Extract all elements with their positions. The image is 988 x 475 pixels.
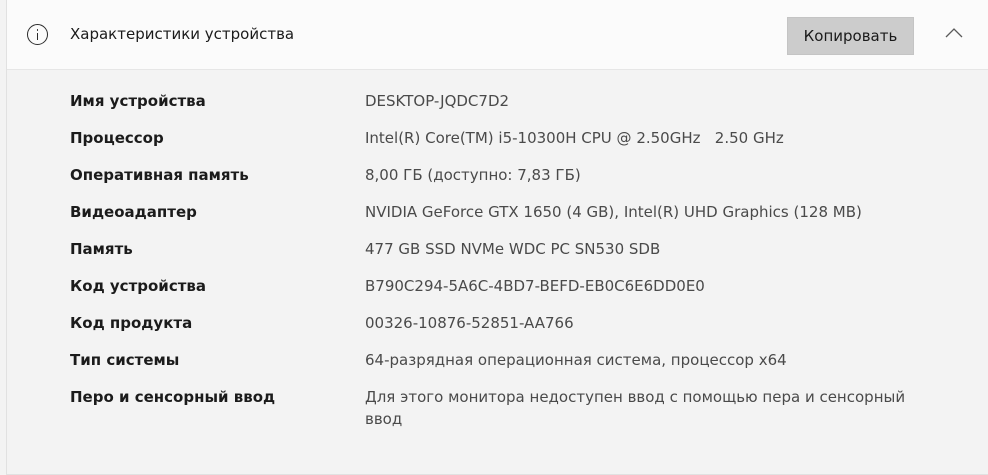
spec-label: Память: [70, 240, 133, 258]
panel-title: Характеристики устройства: [70, 25, 295, 43]
spec-label: Код устройства: [70, 277, 207, 295]
spec-label: Имя устройства: [70, 92, 206, 110]
spec-value[interactable]: Для этого монитора недоступен ввод с пом…: [365, 386, 935, 430]
spec-label: Тип системы: [70, 351, 180, 369]
spec-row-device-name: Имя устройства DESKTOP-JQDC7D2: [70, 90, 970, 127]
spec-row-video-adapter: Видеоадаптер NVIDIA GeForce GTX 1650 (4 …: [70, 201, 970, 238]
panel-header[interactable]: Характеристики устройства Копировать: [7, 0, 988, 70]
info-icon: [27, 24, 48, 45]
spec-label: Код продукта: [70, 314, 193, 332]
spec-row-processor: Процессор Intel(R) Core(TM) i5-10300H CP…: [70, 127, 970, 164]
spec-row-storage: Память 477 GB SSD NVMe WDC PC SN530 SDB: [70, 238, 970, 275]
spec-row-product-id: Код продукта 00326-10876-52851-AA766: [70, 312, 970, 349]
spec-label: Процессор: [70, 129, 164, 147]
spec-value[interactable]: DESKTOP-JQDC7D2: [365, 90, 935, 112]
spec-value[interactable]: 8,00 ГБ (доступно: 7,83 ГБ): [365, 164, 935, 186]
copy-button[interactable]: Копировать: [787, 17, 914, 55]
spec-label: Оперативная память: [70, 166, 249, 184]
spec-row-system-type: Тип системы 64-разрядная операционная си…: [70, 349, 970, 386]
spec-value[interactable]: 477 GB SSD NVMe WDC PC SN530 SDB: [365, 238, 935, 260]
specs-list: Имя устройства DESKTOP-JQDC7D2 Процессор…: [70, 90, 970, 434]
spec-row-pen-touch: Перо и сенсорный ввод Для этого монитора…: [70, 386, 970, 434]
spec-row-ram: Оперативная память 8,00 ГБ (доступно: 7,…: [70, 164, 970, 201]
spec-value[interactable]: B790C294-5A6C-4BD7-BEFD-EB0C6E6DD0E0: [365, 275, 935, 297]
spec-label: Видеоадаптер: [70, 203, 197, 221]
spec-row-device-id: Код устройства B790C294-5A6C-4BD7-BEFD-E…: [70, 275, 970, 312]
spec-value[interactable]: 64-разрядная операционная система, проце…: [365, 349, 935, 371]
chevron-up-icon[interactable]: [941, 23, 967, 45]
spec-label: Перо и сенсорный ввод: [70, 388, 276, 406]
device-specs-panel: Характеристики устройства Копировать Имя…: [6, 0, 988, 475]
spec-value[interactable]: 00326-10876-52851-AA766: [365, 312, 935, 334]
spec-value[interactable]: NVIDIA GeForce GTX 1650 (4 GB), Intel(R)…: [365, 201, 935, 223]
spec-value[interactable]: Intel(R) Core(TM) i5-10300H CPU @ 2.50GH…: [365, 127, 935, 149]
